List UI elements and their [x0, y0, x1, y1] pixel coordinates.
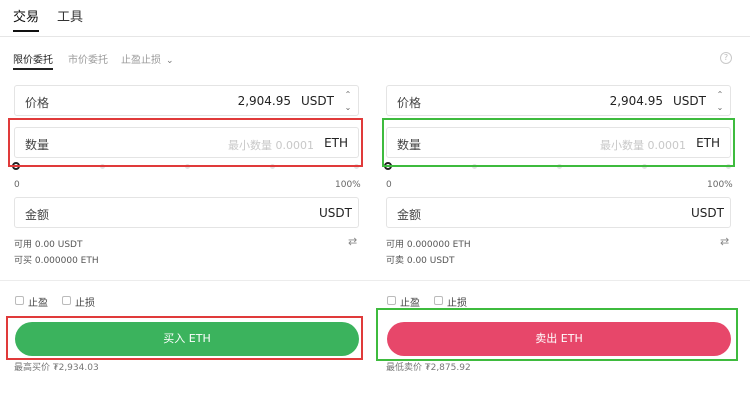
tab-tpsl-order[interactable]: 止盈止损 ⌄ — [121, 51, 174, 66]
tab-limit-order[interactable]: 限价委托 — [13, 51, 53, 66]
sub-tab-active-indicator — [13, 68, 53, 70]
buy-amount-label: 金额 — [25, 208, 50, 222]
sell-price-input[interactable]: 价格 2,904.95 USDT ⌃ ⌄ — [386, 85, 731, 116]
buy-price-label: 价格 — [25, 96, 50, 110]
swap-icon[interactable]: ⇄ — [720, 235, 729, 248]
sell-price-unit: USDT — [673, 94, 706, 108]
chevron-down-icon[interactable]: ⌄ — [342, 101, 354, 114]
sell-slider-max: 100% — [707, 180, 733, 190]
sell-slider-min: 0 — [386, 180, 392, 190]
buy-price-input[interactable]: 价格 2,904.95 USDT ⌃ ⌄ — [14, 85, 359, 116]
buy-price-unit: USDT — [301, 94, 334, 108]
buy-quantity-highlight — [8, 118, 363, 167]
sell-take-profit-label: 止盈 — [400, 298, 420, 309]
buy-best-price: 最高买价 ₮2,934.03 — [14, 363, 99, 373]
buy-price-value: 2,904.95 — [237, 94, 291, 108]
buy-price-stepper[interactable]: ⌃ ⌄ — [342, 88, 354, 115]
buy-available: 可用 0.00 USDT — [14, 240, 83, 250]
buy-stop-loss-label: 止损 — [75, 298, 95, 309]
buy-take-profit-label: 止盈 — [28, 298, 48, 309]
tab-tools[interactable]: 工具 — [57, 6, 83, 25]
help-icon[interactable]: ? — [720, 52, 732, 64]
sell-price-label: 价格 — [397, 96, 422, 110]
buy-take-profit-checkbox[interactable] — [15, 296, 24, 305]
chevron-down-icon: ⌄ — [166, 56, 174, 66]
chevron-up-icon[interactable]: ⌃ — [342, 88, 354, 101]
buy-stop-loss-checkbox[interactable] — [62, 296, 71, 305]
sell-stop-loss-label: 止损 — [447, 298, 467, 309]
sell-stop-loss-checkbox[interactable] — [434, 296, 443, 305]
buy-slider-max: 100% — [335, 180, 361, 190]
sell-price-stepper[interactable]: ⌃ ⌄ — [714, 88, 726, 115]
sell-best-price: 最低卖价 ₮2,875.92 — [386, 363, 471, 373]
sell-available: 可用 0.000000 ETH — [386, 240, 471, 250]
tab-active-indicator — [13, 30, 39, 32]
swap-icon[interactable]: ⇄ — [348, 235, 357, 248]
buy-amount-input[interactable]: 金额 USDT — [14, 197, 359, 228]
sell-button-highlight — [376, 308, 738, 361]
section-divider — [0, 280, 750, 281]
sell-take-profit-checkbox[interactable] — [387, 296, 396, 305]
buy-button-highlight — [6, 316, 363, 360]
tab-market-order[interactable]: 市价委托 — [68, 51, 108, 66]
buy-amount-unit: USDT — [319, 206, 352, 220]
chevron-down-icon[interactable]: ⌄ — [714, 101, 726, 114]
sell-price-value: 2,904.95 — [609, 94, 663, 108]
sell-amount-input[interactable]: 金额 USDT — [386, 197, 731, 228]
tab-trade[interactable]: 交易 — [13, 6, 39, 25]
tab-tpsl-label: 止盈止损 — [121, 55, 161, 66]
sell-amount-label: 金额 — [397, 208, 422, 222]
sell-amount-unit: USDT — [691, 206, 724, 220]
sell-max-quantity: 可卖 0.00 USDT — [386, 256, 455, 266]
sell-quantity-highlight — [382, 118, 735, 167]
chevron-up-icon[interactable]: ⌃ — [714, 88, 726, 101]
buy-max-quantity: 可买 0.000000 ETH — [14, 256, 99, 266]
buy-slider-min: 0 — [14, 180, 20, 190]
top-divider — [0, 36, 750, 37]
